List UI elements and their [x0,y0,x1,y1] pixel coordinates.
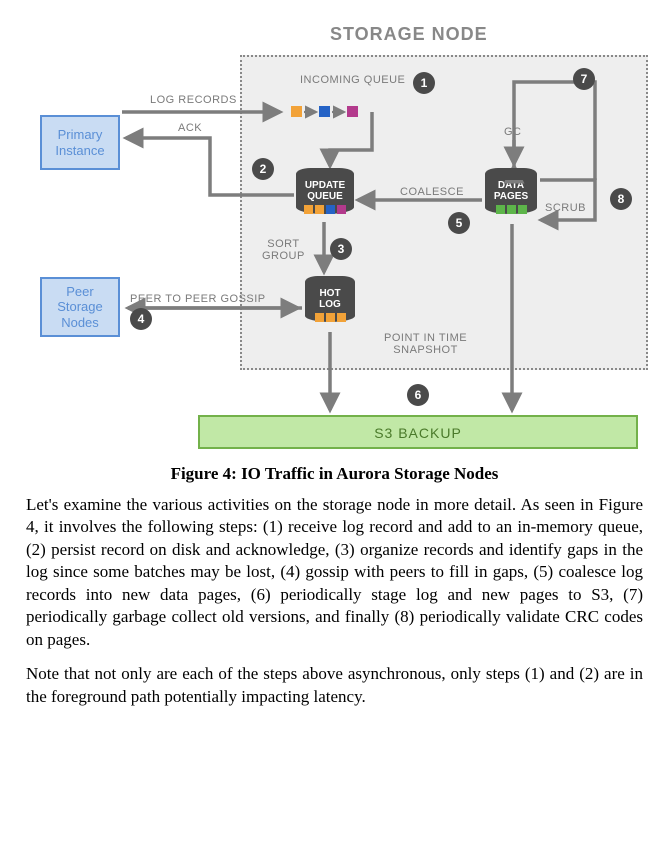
coalesce-label: COALESCE [400,186,464,198]
data-pages-l2: PAGES [494,191,528,202]
primary-line1: Primary [58,127,103,143]
figure-caption: Figure 4: IO Traffic in Aurora Storage N… [20,464,649,484]
update-queue-l1: UPDATE [305,180,345,191]
hot-log-l1: HOT [319,288,340,299]
storage-node-title: STORAGE NODE [330,24,488,45]
paragraph-2: Note that not only are each of the steps… [26,663,643,708]
update-queue-cylinder: UPDATE QUEUE [296,168,354,214]
peer-line2: Storage [57,299,103,315]
primary-line2: Instance [55,143,104,159]
incoming-queue-label: INCOMING QUEUE [300,74,405,86]
step-2: 2 [252,158,274,180]
data-pages-l1: DATA [498,180,524,191]
step-6: 6 [407,384,429,406]
step-8: 8 [610,188,632,210]
data-pages-cylinder: DATA PAGES [485,168,537,214]
storage-diagram: STORAGE NODE Primary Instance Peer Stora… [20,20,649,450]
step-5: 5 [448,212,470,234]
paragraph-1: Let's examine the various activities on … [26,494,643,651]
scrub-label: SCRUB [545,202,586,214]
queue-block-magenta [347,106,358,117]
step-4: 4 [130,308,152,330]
step-3: 3 [330,238,352,260]
peer-gossip-label: PEER TO PEER GOSSIP [130,293,266,305]
gc-label: GC [504,126,522,138]
sort-group-label: SORT GROUP [262,238,305,262]
step-7: 7 [573,68,595,90]
hot-log-cylinder: HOT LOG [305,276,355,322]
log-records-label: LOG RECORDS [150,94,237,106]
primary-instance-box: Primary Instance [40,115,120,170]
s3-backup-box: S3 BACKUP [198,415,638,449]
peer-line3: Nodes [61,315,99,331]
hot-log-l2: LOG [319,299,341,310]
snapshot-label: POINT IN TIME SNAPSHOT [384,332,467,356]
peer-storage-box: Peer Storage Nodes [40,277,120,337]
update-queue-l2: QUEUE [307,191,343,202]
peer-line1: Peer [66,284,93,300]
step-1: 1 [413,72,435,94]
queue-block-blue [319,106,330,117]
queue-block-orange [291,106,302,117]
ack-label: ACK [178,122,202,134]
